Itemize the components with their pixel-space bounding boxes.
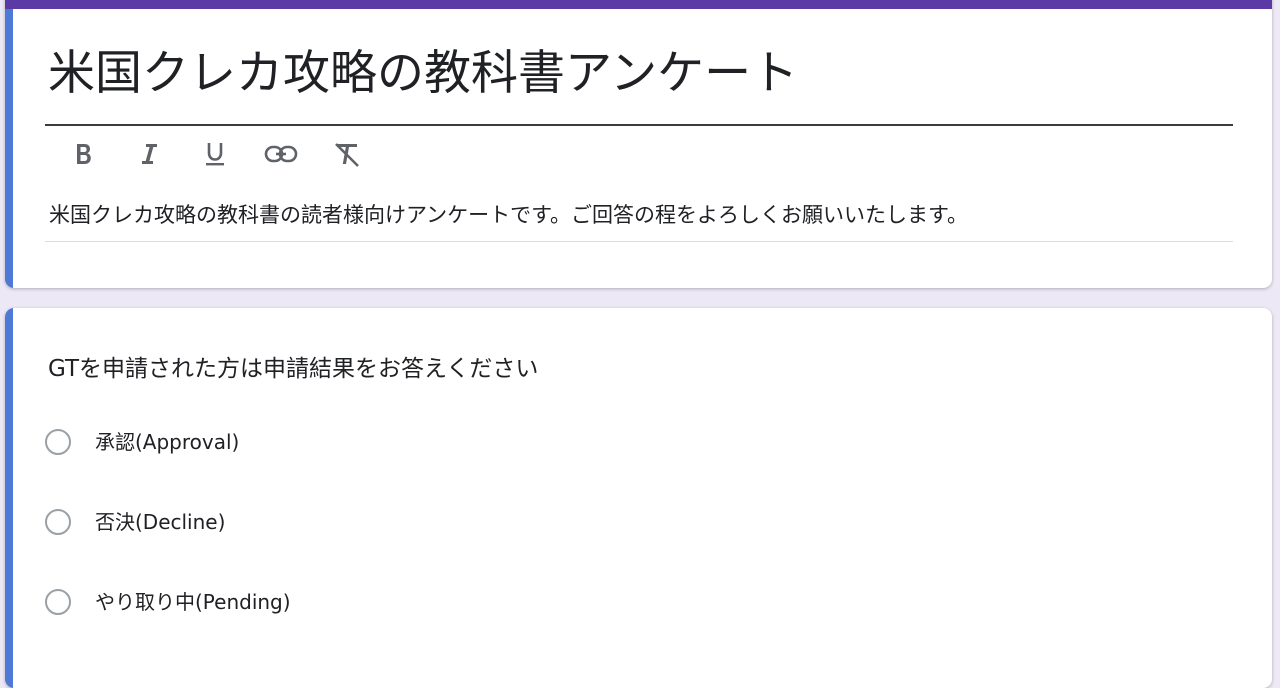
italic-icon — [142, 144, 157, 164]
form-header-color-bar — [5, 0, 1272, 9]
form-description-field[interactable]: 米国クレカ攻略の教科書の読者様向けアンケートです。ご回答の程をよろしくお願いいた… — [45, 198, 1233, 242]
link-button[interactable] — [261, 136, 301, 172]
option-pending[interactable]: やり取り中(Pending) — [45, 584, 291, 620]
form-description[interactable]: 米国クレカ攻略の教科書の読者様向けアンケートです。ご回答の程をよろしくお願いいた… — [49, 200, 968, 230]
clear-formatting-icon — [335, 143, 359, 167]
question-accent-bar — [5, 308, 13, 688]
active-section-indicator — [5, 9, 13, 288]
clear-formatting-button[interactable] — [327, 136, 367, 172]
option-label: 否決(Decline) — [95, 510, 226, 534]
question-card[interactable]: GTを申請された方は申請結果をお答えください 承認(Approval) 否決(D… — [5, 308, 1272, 688]
form-title-field[interactable]: 米国クレカ攻略の教科書アンケート — [45, 38, 1233, 126]
form-title-card: 米国クレカ攻略の教科書アンケート 米国クレカ攻略の教科書の読者様向けアンケートで… — [5, 0, 1272, 288]
option-approval[interactable]: 承認(Approval) — [45, 424, 239, 460]
option-label: やり取り中(Pending) — [95, 590, 291, 614]
option-decline[interactable]: 否決(Decline) — [45, 504, 225, 540]
bold-icon — [77, 144, 91, 164]
radio-button[interactable] — [45, 589, 71, 615]
form-title[interactable]: 米国クレカ攻略の教科書アンケート — [48, 44, 798, 104]
radio-button[interactable] — [45, 509, 71, 535]
text-format-toolbar — [63, 136, 393, 172]
italic-button[interactable] — [129, 136, 169, 172]
option-label: 承認(Approval) — [95, 430, 240, 454]
link-icon — [264, 145, 298, 163]
question-title: GTを申請された方は申請結果をお答えください — [48, 356, 539, 382]
bold-button[interactable] — [63, 136, 103, 172]
underline-button[interactable] — [195, 136, 235, 172]
radio-button[interactable] — [45, 429, 71, 455]
underline-icon — [206, 143, 224, 166]
